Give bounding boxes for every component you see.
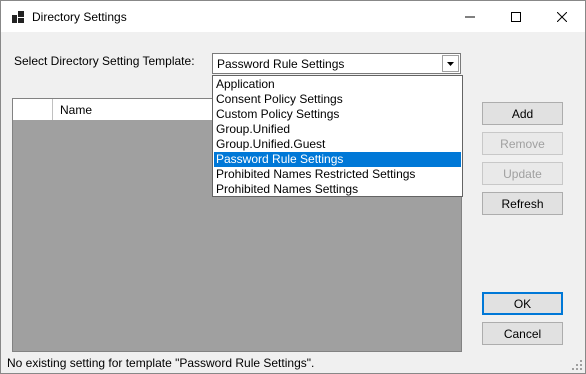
directory-settings-window: Directory Settings Select Directory Sett… xyxy=(0,0,586,374)
chevron-down-icon xyxy=(447,61,454,66)
update-button[interactable]: Update xyxy=(482,162,563,185)
app-icon xyxy=(12,11,24,23)
dropdown-option[interactable]: Custom Policy Settings xyxy=(214,107,461,122)
maximize-icon xyxy=(511,11,521,22)
template-combobox-value: Password Rule Settings xyxy=(217,57,345,71)
dropdown-option[interactable]: Group.Unified.Guest xyxy=(214,137,461,152)
close-icon xyxy=(557,11,567,22)
dropdown-option[interactable]: Prohibited Names Settings xyxy=(214,182,461,197)
dropdown-option[interactable]: Consent Policy Settings xyxy=(214,92,461,107)
maximize-button[interactable] xyxy=(493,1,539,32)
template-combobox[interactable]: Password Rule Settings xyxy=(212,53,461,74)
status-bar: No existing setting for template "Passwo… xyxy=(1,353,585,373)
resize-grip-icon[interactable] xyxy=(571,359,583,371)
grid-column-name[interactable]: Name xyxy=(60,103,92,117)
cancel-button[interactable]: Cancel xyxy=(482,322,563,345)
add-button[interactable]: Add xyxy=(482,102,563,125)
minimize-button[interactable] xyxy=(447,1,493,32)
ok-button[interactable]: OK xyxy=(482,292,563,315)
remove-button[interactable]: Remove xyxy=(482,132,563,155)
grid-corner-cell[interactable] xyxy=(13,99,53,120)
refresh-button[interactable]: Refresh xyxy=(482,192,563,215)
dropdown-option[interactable]: Application xyxy=(214,77,461,92)
window-title: Directory Settings xyxy=(32,10,127,24)
minimize-icon xyxy=(465,16,475,17)
title-bar[interactable]: Directory Settings xyxy=(1,1,585,32)
template-label: Select Directory Setting Template: xyxy=(14,54,195,68)
dropdown-option[interactable]: Prohibited Names Restricted Settings xyxy=(214,167,461,182)
template-dropdown-list[interactable]: Application Consent Policy Settings Cust… xyxy=(212,75,463,197)
grid-header: Name xyxy=(13,99,213,121)
close-button[interactable] xyxy=(539,1,585,32)
status-message: No existing setting for template "Passwo… xyxy=(7,356,315,370)
dropdown-option[interactable]: Group.Unified xyxy=(214,122,461,137)
dropdown-option-selected[interactable]: Password Rule Settings xyxy=(214,152,461,167)
combobox-dropdown-button[interactable] xyxy=(442,55,459,72)
